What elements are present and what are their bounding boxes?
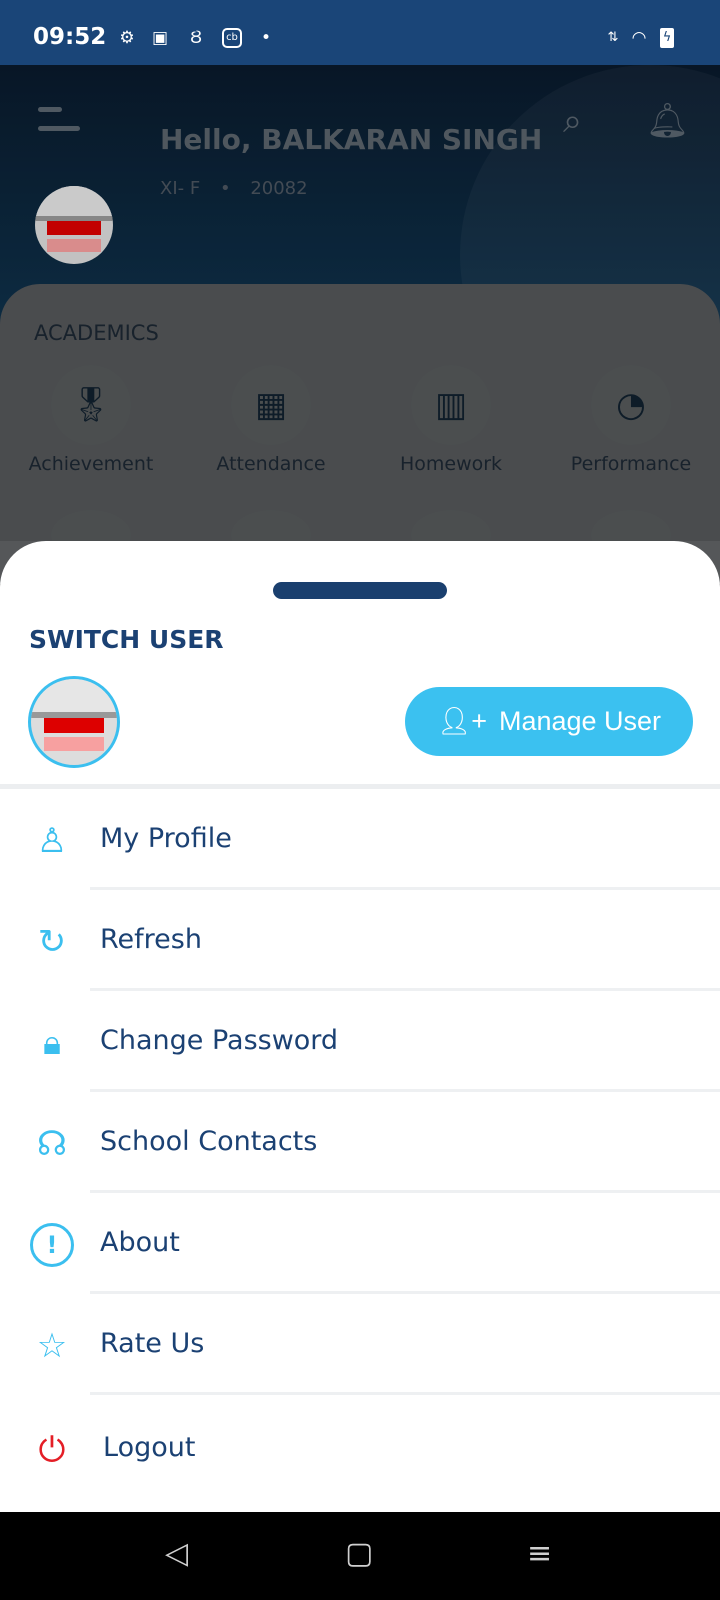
menu-item-my-profile[interactable]: ♙ My Profile (0, 789, 720, 890)
switch-user-title: SWITCH USER (29, 625, 224, 654)
data-arrows-icon: ⇅ (607, 30, 619, 45)
menu-item-label: Change Password (100, 1025, 339, 1056)
back-icon[interactable]: ◁ (165, 1536, 188, 1571)
menu-item-school-contacts[interactable]: ☊ School Contacts (0, 1092, 720, 1193)
lock-icon: 🔒︎ (42, 1023, 62, 1063)
menu-item-label: Rate Us (100, 1328, 205, 1359)
menu-item-refresh[interactable]: ↻ Refresh (0, 890, 720, 991)
menu-item-label: About (100, 1227, 180, 1258)
menu-item-label: School Contacts (100, 1126, 318, 1157)
wifi-icon: ◠ (631, 28, 647, 48)
battery-charging-icon: ϟ (660, 28, 674, 48)
drag-handle[interactable] (273, 582, 447, 599)
user-avatar[interactable] (28, 676, 120, 768)
scrim[interactable] (0, 65, 720, 541)
refresh-icon: ↻ (37, 922, 67, 962)
status-time: 09:52 (33, 24, 107, 50)
manage-user-label: Manage User (498, 706, 662, 736)
menu-item-label: Logout (103, 1432, 196, 1463)
recents-icon[interactable]: ≡ (527, 1536, 552, 1571)
menu-item-logout[interactable]: ⏻ Logout (0, 1398, 720, 1499)
add-user-icon: 👤︎+ (436, 706, 487, 736)
info-icon: ! (30, 1223, 74, 1267)
power-icon: ⏻ (38, 1430, 66, 1470)
home-icon[interactable]: ▢ (345, 1536, 373, 1571)
menu-item-rate-us[interactable]: ☆ Rate Us (0, 1294, 720, 1395)
navigation-bar: ◁ ▢ ≡ (0, 1512, 720, 1600)
gear-icon: ⚙ (119, 28, 135, 48)
manage-user-button[interactable]: 👤︎+ Manage User (405, 687, 693, 756)
menu-item-about[interactable]: ! About (0, 1193, 720, 1294)
headset-icon: ☊ (36, 1124, 68, 1164)
star-icon: ☆ (36, 1326, 68, 1366)
dot-icon: • (260, 28, 272, 48)
android-icon: Ȣ (190, 28, 202, 48)
menu-item-label: Refresh (100, 924, 202, 955)
menu-item-label: My Profile (100, 823, 232, 854)
cb-app-icon: cb (222, 28, 242, 48)
chat-icon: ▣ (151, 28, 169, 48)
status-bar: 09:52 ⚙ ▣ Ȣ cb • ⇅ ◠ ϟ (0, 0, 720, 65)
menu-item-change-password[interactable]: 🔒︎ Change Password (0, 991, 720, 1092)
user-icon: ♙ (36, 821, 68, 861)
